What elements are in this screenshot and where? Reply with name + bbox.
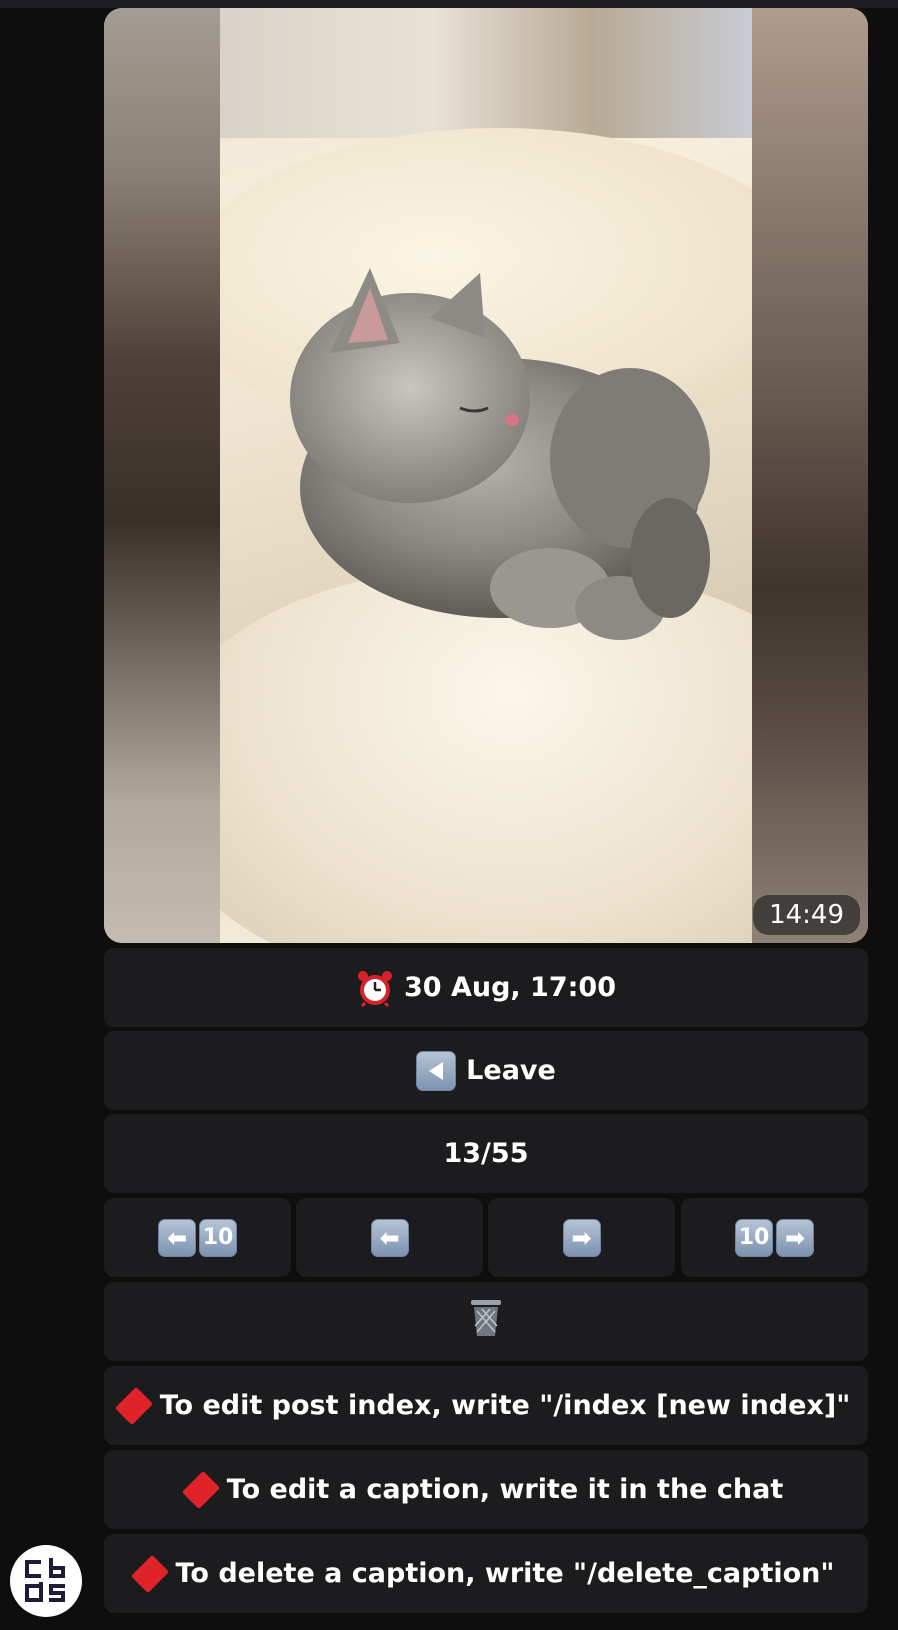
post-counter-label: 13/55 [443, 1138, 529, 1169]
hint-edit-index-button[interactable]: To edit post index, write "/index [new i… [104, 1366, 868, 1445]
red-diamond-icon [130, 1554, 169, 1593]
wastebasket-icon [469, 1298, 503, 1345]
blur-backdrop-left [104, 8, 220, 943]
schedule-label: 30 Aug, 17:00 [403, 972, 617, 1003]
forward-10-button[interactable]: 10 ➡ [681, 1198, 868, 1277]
timestamp-badge: 14:49 [753, 895, 860, 935]
forward-1-button[interactable]: ➡ [488, 1198, 675, 1277]
navigation-row: ⬅ 10 ⬅ ➡ 10 ➡ [104, 1198, 868, 1277]
back-10-button[interactable]: ⬅ 10 [104, 1198, 291, 1277]
bot-avatar[interactable] [10, 1545, 82, 1617]
hint-edit-caption-label: To edit a caption, write it in the chat [226, 1474, 784, 1505]
blur-backdrop-right [752, 8, 868, 943]
keycap-ten-icon: 10 [199, 1218, 237, 1257]
left-arrow-icon: ⬅ [370, 1218, 409, 1257]
kitten-photo[interactable] [220, 8, 752, 943]
keycap-ten-icon: 10 [735, 1218, 773, 1257]
post-counter-button[interactable]: 13/55 [104, 1114, 868, 1193]
hint-delete-caption-button[interactable]: To delete a caption, write "/delete_capt… [104, 1534, 868, 1613]
photo-message[interactable]: 14:49 [104, 8, 868, 943]
red-diamond-icon [114, 1386, 153, 1425]
leave-button[interactable]: Leave [104, 1031, 868, 1110]
schedule-button[interactable]: 30 Aug, 17:00 [104, 948, 868, 1027]
window-background [220, 8, 752, 138]
hint-edit-index-label: To edit post index, write "/index [new i… [159, 1390, 851, 1421]
left-arrow-icon: ⬅ [158, 1218, 196, 1257]
kitten-illustration [290, 268, 710, 640]
cb-ds-logo-icon [25, 1558, 65, 1602]
red-diamond-icon [181, 1470, 220, 1509]
right-arrow-icon: ➡ [562, 1218, 601, 1257]
right-arrow-icon: ➡ [776, 1218, 814, 1257]
alarm-clock-icon [356, 969, 394, 1007]
top-bar [0, 0, 898, 8]
back-1-button[interactable]: ⬅ [296, 1198, 483, 1277]
hint-edit-caption-button[interactable]: To edit a caption, write it in the chat [104, 1450, 868, 1529]
hint-delete-caption-label: To delete a caption, write "/delete_capt… [175, 1558, 835, 1589]
leave-label: Leave [466, 1055, 556, 1086]
delete-button[interactable] [104, 1282, 868, 1361]
back-arrow-icon [416, 1050, 457, 1091]
